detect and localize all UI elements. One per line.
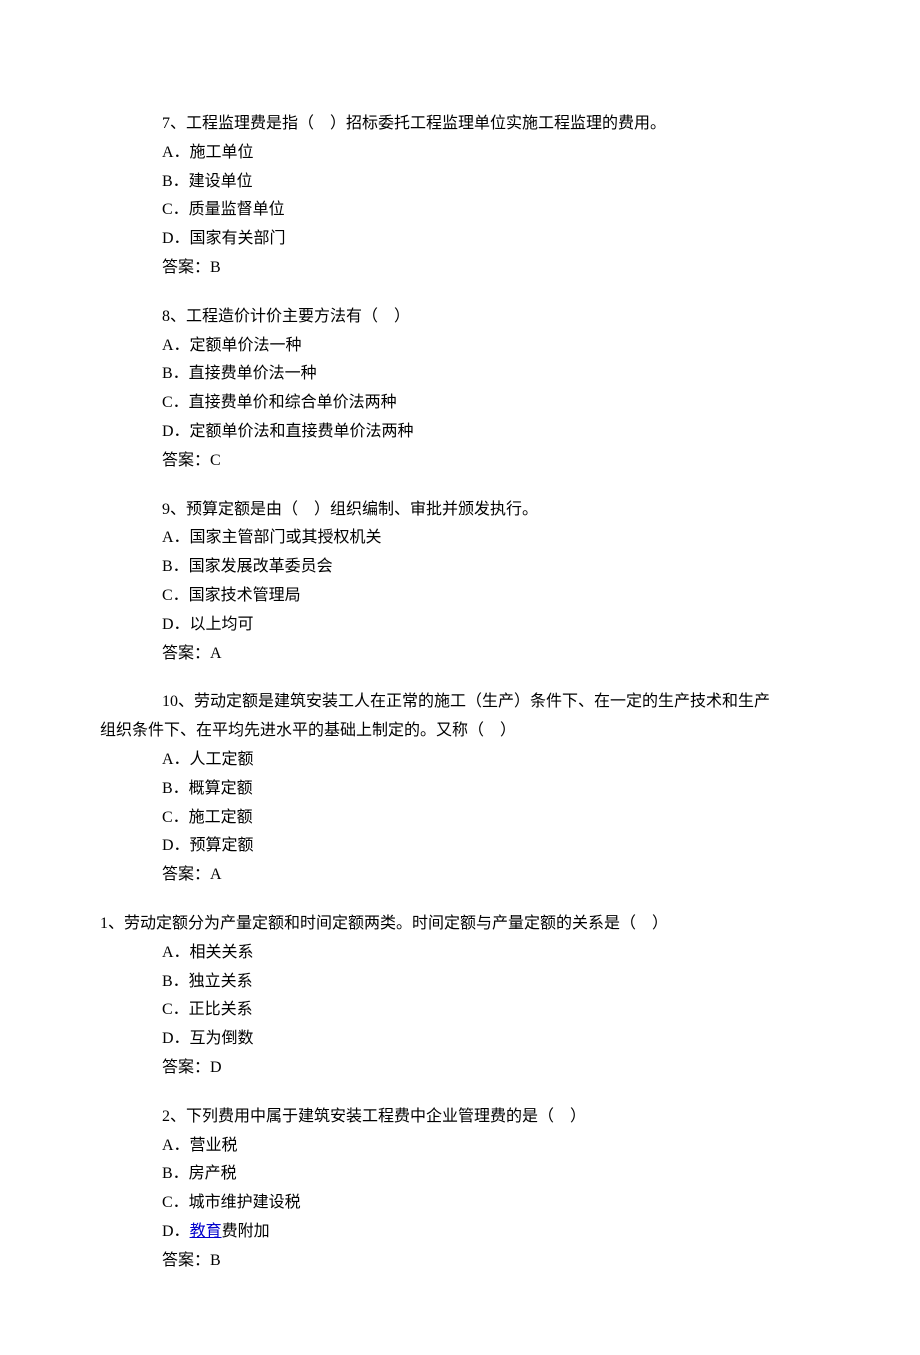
option-b: B．国家发展改革委员会 bbox=[130, 553, 790, 582]
question-1: 1、劳动定额分为产量定额和时间定额两类。时间定额与产量定额的关系是（ ） A．相… bbox=[130, 910, 790, 1083]
option-d: D．互为倒数 bbox=[130, 1025, 790, 1054]
question-number: 7、 bbox=[162, 115, 186, 132]
option-c: C．直接费单价和综合单价法两种 bbox=[130, 389, 790, 418]
option-a: A．人工定额 bbox=[130, 746, 790, 775]
option-d-prefix: D． bbox=[162, 1223, 190, 1240]
option-d-suffix: 费附加 bbox=[222, 1223, 270, 1240]
option-d: D．预算定额 bbox=[130, 832, 790, 861]
question-stem-text: 劳动定额分为产量定额和时间定额两类。时间定额与产量定额的关系是（ ） bbox=[124, 915, 668, 932]
question-stem: 9、预算定额是由（ ）组织编制、审批并颁发执行。 bbox=[130, 496, 790, 525]
option-a: A．定额单价法一种 bbox=[130, 332, 790, 361]
question-2: 2、下列费用中属于建筑安装工程费中企业管理费的是（ ） A．营业税 B．房产税 … bbox=[130, 1103, 790, 1276]
option-c: C．城市维护建设税 bbox=[130, 1189, 790, 1218]
question-10: 10、劳动定额是建筑安装工人在正常的施工（生产）条件下、在一定的生产技术和生产 … bbox=[130, 688, 790, 890]
question-stem-text: 工程造价计价主要方法有（ ） bbox=[186, 308, 410, 325]
education-link[interactable]: 教育 bbox=[190, 1223, 222, 1240]
question-number: 10、 bbox=[162, 693, 194, 710]
option-a: A．相关关系 bbox=[130, 939, 790, 968]
question-stem-text-1: 劳动定额是建筑安装工人在正常的施工（生产）条件下、在一定的生产技术和生产 bbox=[194, 693, 770, 710]
question-stem-text: 工程监理费是指（ ）招标委托工程监理单位实施工程监理的费用。 bbox=[186, 115, 666, 132]
option-b: B．房产税 bbox=[130, 1160, 790, 1189]
option-a: A．国家主管部门或其授权机关 bbox=[130, 524, 790, 553]
option-a: A．营业税 bbox=[130, 1132, 790, 1161]
question-stem-text: 下列费用中属于建筑安装工程费中企业管理费的是（ ） bbox=[186, 1108, 586, 1125]
option-b: B．直接费单价法一种 bbox=[130, 360, 790, 389]
question-stem: 7、工程监理费是指（ ）招标委托工程监理单位实施工程监理的费用。 bbox=[130, 110, 790, 139]
question-stem: 1、劳动定额分为产量定额和时间定额两类。时间定额与产量定额的关系是（ ） bbox=[100, 910, 790, 939]
question-stem-text: 预算定额是由（ ）组织编制、审批并颁发执行。 bbox=[186, 501, 538, 518]
question-stem: 8、工程造价计价主要方法有（ ） bbox=[130, 303, 790, 332]
question-stem: 2、下列费用中属于建筑安装工程费中企业管理费的是（ ） bbox=[130, 1103, 790, 1132]
question-stem-line1: 10、劳动定额是建筑安装工人在正常的施工（生产）条件下、在一定的生产技术和生产 bbox=[130, 688, 790, 717]
option-c: C．施工定额 bbox=[130, 804, 790, 833]
option-c: C．正比关系 bbox=[130, 996, 790, 1025]
answer: 答案：B bbox=[130, 254, 790, 283]
answer: 答案：B bbox=[130, 1247, 790, 1276]
question-number: 9、 bbox=[162, 501, 186, 518]
question-7: 7、工程监理费是指（ ）招标委托工程监理单位实施工程监理的费用。 A．施工单位 … bbox=[130, 110, 790, 283]
question-8: 8、工程造价计价主要方法有（ ） A．定额单价法一种 B．直接费单价法一种 C．… bbox=[130, 303, 790, 476]
option-d: D．以上均可 bbox=[130, 611, 790, 640]
answer: 答案：A bbox=[130, 640, 790, 669]
document-page: 7、工程监理费是指（ ）招标委托工程监理单位实施工程监理的费用。 A．施工单位 … bbox=[0, 0, 920, 1355]
option-c: C．国家技术管理局 bbox=[130, 582, 790, 611]
answer: 答案：D bbox=[130, 1054, 790, 1083]
option-d: D．国家有关部门 bbox=[130, 225, 790, 254]
option-c: C．质量监督单位 bbox=[130, 196, 790, 225]
question-9: 9、预算定额是由（ ）组织编制、审批并颁发执行。 A．国家主管部门或其授权机关 … bbox=[130, 496, 790, 669]
option-b: B．独立关系 bbox=[130, 968, 790, 997]
question-number: 8、 bbox=[162, 308, 186, 325]
option-d: D．教育费附加 bbox=[130, 1218, 790, 1247]
option-d: D．定额单价法和直接费单价法两种 bbox=[130, 418, 790, 447]
option-a: A．施工单位 bbox=[130, 139, 790, 168]
option-b: B．建设单位 bbox=[130, 168, 790, 197]
answer: 答案：A bbox=[130, 861, 790, 890]
question-number: 2、 bbox=[162, 1108, 186, 1125]
answer: 答案：C bbox=[130, 447, 790, 476]
question-stem-line2: 组织条件下、在平均先进水平的基础上制定的。又称（ ） bbox=[100, 717, 790, 746]
option-b: B．概算定额 bbox=[130, 775, 790, 804]
question-number: 1、 bbox=[100, 915, 124, 932]
